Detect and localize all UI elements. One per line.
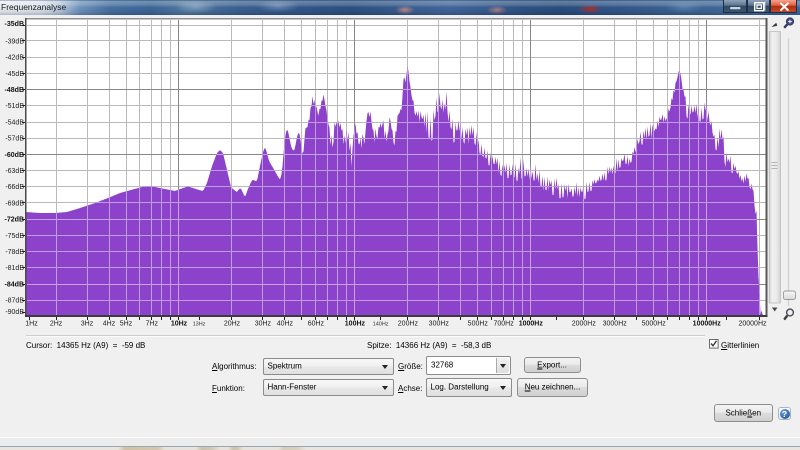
svg-text:-90dB: -90dB [5, 309, 24, 316]
svg-text:5000Hz: 5000Hz [642, 321, 667, 328]
svg-text:7Hz: 7Hz [146, 321, 159, 328]
svg-text:3000Hz: 3000Hz [603, 321, 628, 328]
svg-text:-87dB: -87dB [5, 298, 24, 305]
svg-text:2Hz: 2Hz [50, 321, 63, 328]
svg-text:5Hz: 5Hz [120, 321, 133, 328]
svg-text:-48dB: -48dB [5, 87, 24, 94]
svg-text:20Hz: 20Hz [224, 321, 241, 328]
svg-text:-45dB: -45dB [5, 71, 24, 78]
svg-text:20000Hz: 20000Hz [738, 321, 767, 328]
svg-text:13Hz: 13Hz [193, 322, 206, 328]
svg-text:40Hz: 40Hz [277, 321, 294, 328]
svg-text:-63dB: -63dB [5, 168, 24, 175]
svg-text:-81dB: -81dB [5, 265, 24, 272]
svg-text:-42dB: -42dB [5, 55, 24, 62]
svg-text:10Hz: 10Hz [171, 321, 188, 328]
svg-text:60Hz: 60Hz [308, 321, 325, 328]
svg-text:200Hz: 200Hz [398, 321, 419, 328]
svg-text:3Hz: 3Hz [81, 321, 94, 328]
svg-text:4Hz: 4Hz [103, 321, 116, 328]
svg-text:-78dB: -78dB [5, 249, 24, 256]
svg-text:-75dB: -75dB [5, 233, 24, 240]
svg-text:300Hz: 300Hz [429, 321, 450, 328]
svg-text:-66dB: -66dB [5, 184, 24, 191]
svg-text:-39dB: -39dB [5, 38, 24, 45]
svg-text:700Hz: 700Hz [493, 321, 514, 328]
svg-text:-51dB: -51dB [5, 103, 24, 110]
svg-text:100Hz: 100Hz [345, 321, 366, 328]
svg-text:-69dB: -69dB [5, 200, 24, 207]
svg-text:-54dB: -54dB [5, 119, 24, 126]
svg-text:-84dB: -84dB [5, 281, 24, 288]
svg-text:-72dB: -72dB [5, 217, 24, 224]
svg-text:1000Hz: 1000Hz [519, 321, 544, 328]
svg-text:10000Hz: 10000Hz [693, 321, 722, 328]
svg-text:-60dB: -60dB [5, 152, 24, 159]
svg-text:1Hz: 1Hz [25, 321, 38, 328]
svg-text:140Hz: 140Hz [373, 322, 389, 328]
svg-text:-57dB: -57dB [5, 136, 24, 143]
svg-text:2000Hz: 2000Hz [572, 321, 597, 328]
svg-text:30Hz: 30Hz [255, 321, 272, 328]
svg-text:-35dB: -35dB [5, 21, 24, 28]
svg-text:500Hz: 500Hz [468, 321, 489, 328]
